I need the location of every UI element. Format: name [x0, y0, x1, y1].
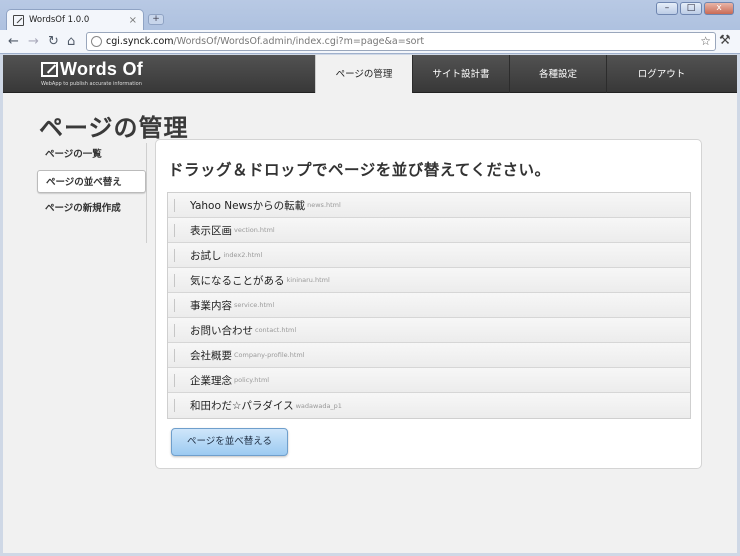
sidebar-item-page-sort[interactable]: ページの並べ替え — [37, 170, 146, 193]
sidebar: ページの一覧 ページの並べ替え ページの新規作成 — [37, 143, 147, 243]
page-title: ページの管理 — [39, 114, 189, 142]
item-title: 表示区画 — [190, 224, 232, 237]
nav-logout[interactable]: ログアウト — [606, 55, 716, 93]
logo-tagline: WebApp to publish accurate information — [41, 81, 142, 87]
item-title: 事業内容 — [190, 299, 232, 312]
url-path: /WordsOf/WordsOf.admin/index.cgi?m=page&… — [173, 36, 425, 47]
item-title: Yahoo Newsからの転載 — [190, 199, 306, 212]
site-logo[interactable]: Words Of WebApp to publish accurate info… — [41, 59, 143, 87]
item-filename: index2.html — [223, 251, 263, 259]
sortable-item[interactable]: 気になることがある kininaru.html — [168, 268, 690, 293]
address-bar[interactable]: cgi.synck.com /WordsOf/WordsOf.admin/ind… — [86, 32, 716, 51]
sortable-item[interactable]: 企業理念 policy.html — [168, 368, 690, 393]
item-title: 和田わだ☆パラダイス — [190, 400, 294, 412]
item-filename: news.html — [307, 201, 341, 209]
drag-handle-icon[interactable] — [174, 373, 176, 387]
tab-title: WordsOf 1.0.0 — [29, 15, 90, 25]
logo-pencil-icon — [41, 62, 58, 77]
drag-handle-icon[interactable] — [174, 298, 176, 312]
browser-chrome: – □ x WordsOf 1.0.0 × + ← → ↻ ⌂ cgi.sync… — [0, 0, 740, 54]
home-icon[interactable]: ⌂ — [67, 34, 75, 49]
drag-handle-icon[interactable] — [174, 248, 176, 262]
item-filename: contact.html — [255, 326, 297, 334]
item-title: お問い合わせ — [190, 324, 253, 337]
browser-tab[interactable]: WordsOf 1.0.0 × — [6, 9, 144, 30]
nav-page-management[interactable]: ページの管理 — [315, 55, 412, 93]
sortable-item[interactable]: 和田わだ☆パラダイス wadawada_p1 — [168, 393, 690, 418]
bookmark-star-icon[interactable]: ☆ — [700, 34, 711, 48]
sortable-item[interactable]: Yahoo Newsからの転載 news.html — [168, 193, 690, 218]
page-icon — [91, 36, 102, 47]
top-navigation: ページの管理 サイト設計書 各種設定 ログアウト — [315, 55, 716, 93]
item-title: 会社概要 — [190, 349, 232, 362]
item-filename: kininaru.html — [286, 276, 330, 284]
browser-toolbar: ← → ↻ ⌂ cgi.synck.com /WordsOf/WordsOf.a… — [0, 30, 740, 54]
sort-panel: ドラッグ＆ドロップでページを並び替えてください。 Yahoo Newsからの転載… — [155, 139, 702, 469]
sortable-item[interactable]: 事業内容 service.html — [168, 293, 690, 318]
page-edit-icon — [13, 14, 24, 26]
item-filename: vection.html — [234, 226, 275, 234]
url-host: cgi.synck.com — [106, 36, 174, 47]
item-filename: service.html — [234, 301, 275, 309]
wrench-icon[interactable]: ⚒ — [719, 33, 731, 48]
tab-close-icon[interactable]: × — [129, 15, 137, 26]
window-controls: – □ x — [656, 2, 734, 15]
sortable-item[interactable]: お問い合わせ contact.html — [168, 318, 690, 343]
sort-pages-button[interactable]: ページを並べ替える — [171, 428, 288, 456]
close-window-button[interactable]: x — [704, 2, 734, 15]
nav-settings[interactable]: 各種設定 — [509, 55, 606, 93]
nav-site-design[interactable]: サイト設計書 — [412, 55, 509, 93]
item-title: 企業理念 — [190, 374, 232, 387]
site-header: Words Of WebApp to publish accurate info… — [3, 55, 737, 93]
sidebar-item-page-list[interactable]: ページの一覧 — [37, 143, 146, 166]
reload-icon[interactable]: ↻ — [48, 34, 59, 49]
panel-heading: ドラッグ＆ドロップでページを並び替えてください。 — [168, 161, 551, 179]
sortable-item[interactable]: 表示区画 vection.html — [168, 218, 690, 243]
drag-handle-icon[interactable] — [174, 323, 176, 337]
item-filename: Company-profile.html — [234, 351, 305, 359]
sidebar-item-page-new[interactable]: ページの新規作成 — [37, 197, 146, 220]
drag-handle-icon[interactable] — [174, 198, 176, 212]
item-filename: policy.html — [234, 376, 270, 384]
logo-text: Words Of — [60, 59, 144, 79]
new-tab-button[interactable]: + — [148, 14, 164, 25]
sortable-page-list: Yahoo Newsからの転載 news.html 表示区画 vection.htm… — [167, 192, 691, 419]
drag-handle-icon[interactable] — [174, 273, 176, 287]
web-page: Words Of WebApp to publish accurate info… — [3, 55, 737, 553]
item-title: お試し — [190, 249, 222, 262]
minimize-button[interactable]: – — [656, 2, 678, 15]
item-filename: wadawada_p1 — [295, 401, 342, 410]
back-arrow-icon[interactable]: ← — [8, 34, 19, 49]
item-title: 気になることがある — [190, 274, 285, 287]
maximize-button[interactable]: □ — [680, 2, 702, 15]
drag-handle-icon[interactable] — [174, 223, 176, 237]
sortable-item[interactable]: 会社概要 Company-profile.html — [168, 343, 690, 368]
sortable-item[interactable]: お試し index2.html — [168, 243, 690, 268]
drag-handle-icon[interactable] — [174, 348, 176, 362]
drag-handle-icon[interactable] — [174, 399, 176, 412]
forward-arrow-icon[interactable]: → — [28, 34, 39, 49]
